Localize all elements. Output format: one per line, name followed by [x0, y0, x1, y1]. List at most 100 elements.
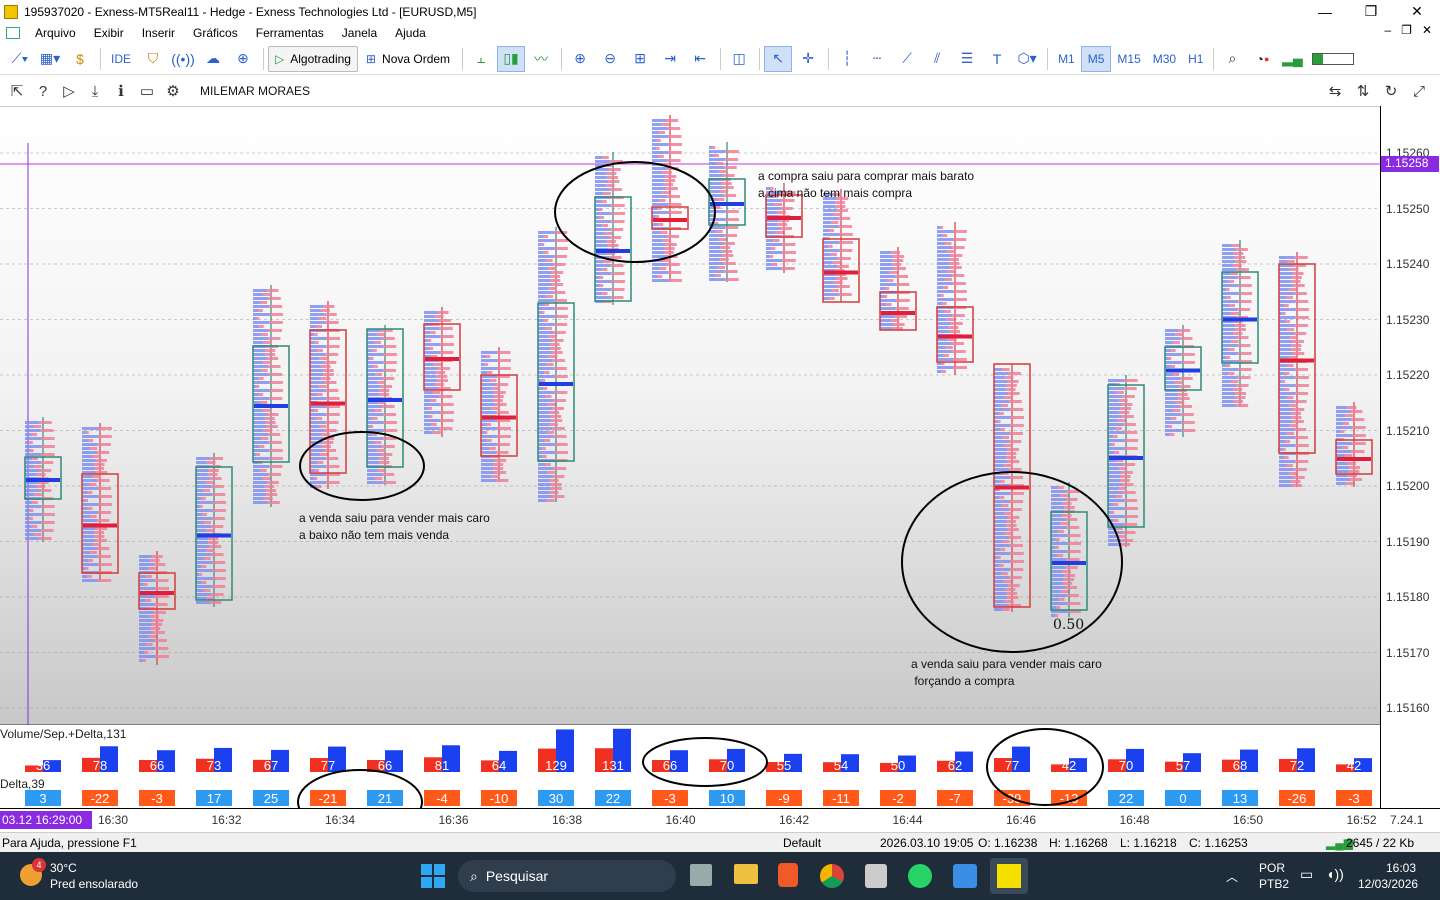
- profile-bar-bid: [1008, 392, 1020, 395]
- child-minimize-button[interactable]: –: [1384, 23, 1391, 37]
- profile-bar-bid: [261, 437, 269, 440]
- chart-template-icon[interactable]: ▦▾: [36, 46, 64, 72]
- profile-bar-bid: [949, 262, 960, 265]
- menu-janela[interactable]: Janela: [333, 26, 386, 40]
- search-icon[interactable]: ⌕: [1218, 46, 1246, 72]
- indicator-chart-icon[interactable]: ▭: [134, 78, 160, 104]
- grid-icon[interactable]: ⊞: [626, 46, 654, 72]
- vps-icon[interactable]: ⊕: [229, 46, 257, 72]
- chevron-up-icon[interactable]: ︿: [1226, 868, 1238, 885]
- expand-icon[interactable]: ⤢: [1406, 78, 1432, 104]
- profile-bar-ask: [82, 511, 98, 514]
- profile-bar-bid: [314, 409, 318, 412]
- taskbar-search[interactable]: ⌕ Pesquisar: [458, 860, 676, 892]
- vertical-arrows-icon[interactable]: ⇅: [1350, 78, 1376, 104]
- profile-bar-bid: [1002, 368, 1010, 371]
- play-icon[interactable]: ▷: [56, 78, 82, 104]
- profile-bar-ask: [709, 254, 723, 257]
- menu-ajuda[interactable]: Ajuda: [386, 26, 435, 40]
- maximize-button[interactable]: ❐: [1348, 0, 1394, 23]
- profile-bar-ask: [994, 564, 1000, 567]
- vertical-line-icon[interactable]: ┆: [833, 46, 861, 72]
- snipping-tool-icon[interactable]: [865, 864, 887, 888]
- file-explorer-icon[interactable]: [734, 864, 758, 884]
- algotrading-button[interactable]: ▷ Algotrading: [268, 45, 358, 72]
- autoscroll-icon[interactable]: ⇥: [656, 46, 684, 72]
- cloud-icon[interactable]: ☁: [199, 46, 227, 72]
- market-icon[interactable]: ⛉: [139, 46, 167, 72]
- arrow-select-icon[interactable]: ⇱: [4, 78, 30, 104]
- windows-start-icon[interactable]: [421, 864, 445, 888]
- chart-shift-icon[interactable]: ⇤: [686, 46, 714, 72]
- menu-graficos[interactable]: Gráficos: [184, 26, 247, 40]
- task-view-icon[interactable]: [690, 864, 712, 886]
- horizontal-line-icon[interactable]: ┄: [863, 46, 891, 72]
- profile-bar-bid: [1170, 349, 1176, 352]
- nova-ordem-button[interactable]: ⊞ Nova Ordem: [360, 46, 456, 72]
- whatsapp-icon[interactable]: [908, 864, 932, 888]
- child-restore-button[interactable]: ❐: [1401, 23, 1412, 37]
- info-icon[interactable]: ℹ: [108, 78, 134, 104]
- profile-bar-ask: [1222, 264, 1233, 267]
- profile-bar-bid: [1005, 388, 1016, 391]
- ide-button[interactable]: IDE: [105, 46, 137, 72]
- cursor-icon[interactable]: ↖: [764, 45, 793, 72]
- chrome-icon[interactable]: [820, 864, 844, 888]
- price-chart[interactable]: 36 78 66 73 67 77 66 81 64 129 131 66 70 55 54 50 62 77 42…: [0, 106, 1380, 808]
- shapes-icon[interactable]: ⬡▾: [1013, 46, 1041, 72]
- trendline-icon[interactable]: ⟋: [893, 46, 921, 72]
- menu-arquivo[interactable]: Arquivo: [26, 26, 85, 40]
- zoom-out-icon[interactable]: ⊖: [596, 46, 624, 72]
- lang-code[interactable]: POR: [1259, 861, 1285, 875]
- menu-inserir[interactable]: Inserir: [133, 26, 184, 40]
- monitor-icon[interactable]: ▭: [1300, 866, 1313, 883]
- tf-h1[interactable]: H1: [1182, 46, 1209, 72]
- refresh-icon[interactable]: ↻: [1378, 78, 1404, 104]
- app-icon-blue[interactable]: [953, 864, 977, 888]
- clock-time[interactable]: 16:03: [1386, 861, 1416, 875]
- close-button[interactable]: ✕: [1394, 0, 1440, 23]
- profile-bar-ask: [253, 397, 270, 400]
- candlestick-icon[interactable]: ▯▮: [497, 45, 526, 72]
- time-scale[interactable]: 03.12 16:29:00 7.24.1 16:30 16:32 16:34 16:…: [0, 808, 1440, 832]
- minimize-button[interactable]: —: [1302, 0, 1348, 23]
- help-icon[interactable]: ?: [30, 78, 56, 104]
- notifications-icon[interactable]: ◔ ●: [1248, 46, 1276, 72]
- profile-bar-bid: [1006, 456, 1017, 459]
- line-icon[interactable]: 〰: [527, 46, 555, 72]
- text-icon[interactable]: T: [983, 46, 1011, 72]
- tf-m30[interactable]: M30: [1147, 46, 1182, 72]
- channel-icon[interactable]: ⫽: [923, 46, 951, 72]
- profile-bar-bid: [325, 353, 339, 356]
- speaker-icon[interactable]: ◖)): [1326, 866, 1344, 882]
- zoom-in-icon[interactable]: ⊕: [566, 46, 594, 72]
- settings-icon[interactable]: ⚙: [160, 78, 186, 104]
- bar-chart-icon[interactable]: ⫠: [467, 46, 495, 72]
- child-close-button[interactable]: ✕: [1422, 23, 1432, 37]
- crosshair-icon[interactable]: ✛: [794, 46, 822, 72]
- tf-m15[interactable]: M15: [1111, 46, 1146, 72]
- profile-bar-ask: [253, 441, 269, 444]
- profile-bar-ask: [481, 447, 490, 450]
- tf-m1[interactable]: M1: [1052, 46, 1081, 72]
- swap-arrows-icon[interactable]: ⇆: [1322, 78, 1348, 104]
- menu-exibir[interactable]: Exibir: [85, 26, 133, 40]
- exness-taskbar-item[interactable]: [990, 858, 1028, 894]
- clock-date[interactable]: 12/03/2026: [1358, 877, 1418, 891]
- tf-m5[interactable]: M5: [1080, 45, 1112, 72]
- price-scale[interactable]: 1.15260 1.15250 1.15240 1.15230 1.15220 1.152…: [1380, 106, 1440, 808]
- fibonacci-icon[interactable]: ☰: [953, 46, 981, 72]
- profile-bar-bid: [660, 231, 668, 234]
- profile-bar-ask: [1279, 428, 1294, 431]
- brave-icon[interactable]: [778, 863, 798, 887]
- profile-bar-bid: [725, 278, 739, 281]
- line-chart-icon[interactable]: ⟋▾: [6, 46, 34, 72]
- screenshot-icon[interactable]: ◫: [725, 46, 753, 72]
- profile-bar-bid: [550, 347, 561, 350]
- dollar-icon[interactable]: $: [66, 46, 94, 72]
- download-icon[interactable]: ⤓: [82, 78, 108, 104]
- lang-layout[interactable]: PTB2: [1259, 877, 1289, 891]
- profile-bar-bid: [894, 267, 907, 270]
- menu-ferramentas[interactable]: Ferramentas: [247, 26, 333, 40]
- signals-icon[interactable]: ((•)): [169, 46, 197, 72]
